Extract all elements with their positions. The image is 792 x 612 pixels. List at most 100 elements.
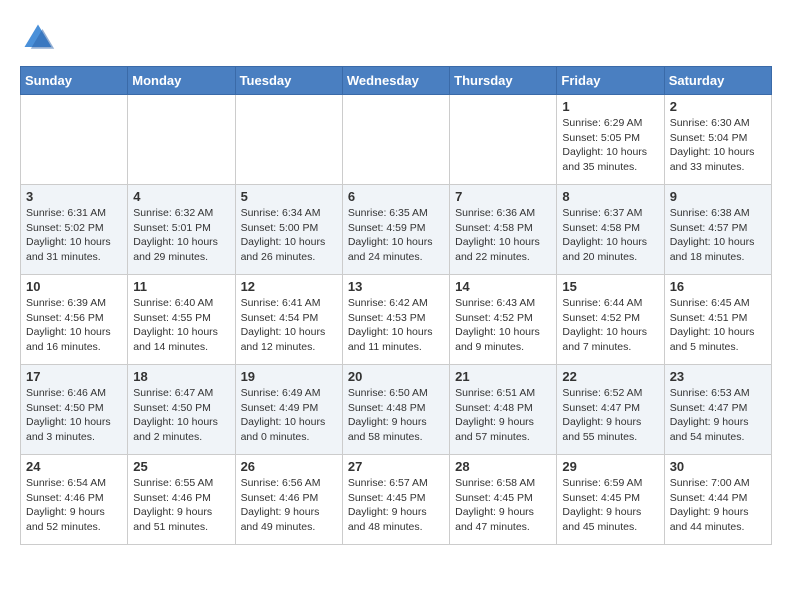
calendar-day-cell: [450, 95, 557, 185]
calendar-day-cell: 26Sunrise: 6:56 AM Sunset: 4:46 PM Dayli…: [235, 455, 342, 545]
day-number: 27: [348, 459, 444, 474]
day-info: Sunrise: 6:51 AM Sunset: 4:48 PM Dayligh…: [455, 386, 551, 445]
calendar-week-row: 1 Sunrise: 6:29 AM Sunset: 5:05 PM Daylig…: [21, 95, 772, 185]
calendar-day-cell: 19 Sunrise: 6:49 AM Sunset: 4:49 PM Dayli…: [235, 365, 342, 455]
weekday-header: Sunday: [21, 67, 128, 95]
day-info: Sunrise: 6:53 AM Sunset: 4:47 PM Dayligh…: [670, 386, 766, 445]
day-number: 19: [241, 369, 337, 384]
day-number: 12: [241, 279, 337, 294]
day-number: 22: [562, 369, 658, 384]
day-info: Sunrise: 6:31 AM Sunset: 5:02 PM Dayligh…: [26, 206, 122, 265]
calendar-day-cell: 24 Sunrise: 6:54 AM Sunset: 4:46 PM Dayli…: [21, 455, 128, 545]
calendar-day-cell: 3 Sunrise: 6:31 AM Sunset: 5:02 PM Daylig…: [21, 185, 128, 275]
logo-icon: [20, 20, 56, 56]
day-info: Sunrise: 6:52 AM Sunset: 4:47 PM Dayligh…: [562, 386, 658, 445]
day-number: 5: [241, 189, 337, 204]
day-number: 2: [670, 99, 766, 114]
day-info: Sunrise: 6:34 AM Sunset: 5:00 PM Dayligh…: [241, 206, 337, 265]
calendar-day-cell: 17 Sunrise: 6:46 AM Sunset: 4:50 PM Dayli…: [21, 365, 128, 455]
day-number: 15: [562, 279, 658, 294]
day-info: Sunrise: 6:38 AM Sunset: 4:57 PM Dayligh…: [670, 206, 766, 265]
day-info: Sunrise: 6:57 AM Sunset: 4:45 PM Dayligh…: [348, 476, 444, 535]
day-info: Sunrise: 6:45 AM Sunset: 4:51 PM Dayligh…: [670, 296, 766, 355]
day-info: Sunrise: 6:43 AM Sunset: 4:52 PM Dayligh…: [455, 296, 551, 355]
calendar-day-cell: [21, 95, 128, 185]
day-info: Sunrise: 6:32 AM Sunset: 5:01 PM Dayligh…: [133, 206, 229, 265]
calendar-day-cell: 4 Sunrise: 6:32 AM Sunset: 5:01 PM Daylig…: [128, 185, 235, 275]
day-info: Sunrise: 6:58 AM Sunset: 4:45 PM Dayligh…: [455, 476, 551, 535]
calendar-day-cell: 10 Sunrise: 6:39 AM Sunset: 4:56 PM Dayli…: [21, 275, 128, 365]
day-number: 24: [26, 459, 122, 474]
day-info: Sunrise: 7:00 AM Sunset: 4:44 PM Dayligh…: [670, 476, 766, 535]
day-number: 1: [562, 99, 658, 114]
weekday-row: SundayMondayTuesdayWednesdayThursdayFrid…: [21, 67, 772, 95]
calendar-day-cell: 22 Sunrise: 6:52 AM Sunset: 4:47 PM Dayli…: [557, 365, 664, 455]
day-info: Sunrise: 6:37 AM Sunset: 4:58 PM Dayligh…: [562, 206, 658, 265]
calendar-day-cell: 29 Sunrise: 6:59 AM Sunset: 4:45 PM Dayli…: [557, 455, 664, 545]
calendar-week-row: 10 Sunrise: 6:39 AM Sunset: 4:56 PM Dayli…: [21, 275, 772, 365]
day-info: Sunrise: 6:42 AM Sunset: 4:53 PM Dayligh…: [348, 296, 444, 355]
calendar-body: 1 Sunrise: 6:29 AM Sunset: 5:05 PM Daylig…: [21, 95, 772, 545]
day-info: Sunrise: 6:41 AM Sunset: 4:54 PM Dayligh…: [241, 296, 337, 355]
calendar-week-row: 17 Sunrise: 6:46 AM Sunset: 4:50 PM Dayli…: [21, 365, 772, 455]
day-info: Sunrise: 6:47 AM Sunset: 4:50 PM Dayligh…: [133, 386, 229, 445]
day-number: 3: [26, 189, 122, 204]
calendar-day-cell: [235, 95, 342, 185]
day-number: 16: [670, 279, 766, 294]
day-number: 10: [26, 279, 122, 294]
day-info: Sunrise: 6:40 AM Sunset: 4:55 PM Dayligh…: [133, 296, 229, 355]
day-number: 23: [670, 369, 766, 384]
weekday-header: Saturday: [664, 67, 771, 95]
calendar-day-cell: 9 Sunrise: 6:38 AM Sunset: 4:57 PM Daylig…: [664, 185, 771, 275]
weekday-header: Monday: [128, 67, 235, 95]
calendar-day-cell: 14 Sunrise: 6:43 AM Sunset: 4:52 PM Dayli…: [450, 275, 557, 365]
calendar-day-cell: 8 Sunrise: 6:37 AM Sunset: 4:58 PM Daylig…: [557, 185, 664, 275]
calendar-day-cell: 11 Sunrise: 6:40 AM Sunset: 4:55 PM Dayli…: [128, 275, 235, 365]
logo: [20, 20, 60, 56]
calendar-day-cell: 23 Sunrise: 6:53 AM Sunset: 4:47 PM Dayli…: [664, 365, 771, 455]
calendar-day-cell: 12 Sunrise: 6:41 AM Sunset: 4:54 PM Dayli…: [235, 275, 342, 365]
calendar-day-cell: 30 Sunrise: 7:00 AM Sunset: 4:44 PM Dayli…: [664, 455, 771, 545]
day-info: Sunrise: 6:49 AM Sunset: 4:49 PM Dayligh…: [241, 386, 337, 445]
calendar-day-cell: 15 Sunrise: 6:44 AM Sunset: 4:52 PM Dayli…: [557, 275, 664, 365]
calendar-table: SundayMondayTuesdayWednesdayThursdayFrid…: [20, 66, 772, 545]
day-info: Sunrise: 6:36 AM Sunset: 4:58 PM Dayligh…: [455, 206, 551, 265]
calendar-day-cell: 21 Sunrise: 6:51 AM Sunset: 4:48 PM Dayli…: [450, 365, 557, 455]
day-info: Sunrise: 6:29 AM Sunset: 5:05 PM Dayligh…: [562, 116, 658, 175]
day-info: Sunrise: 6:44 AM Sunset: 4:52 PM Dayligh…: [562, 296, 658, 355]
calendar-day-cell: 16 Sunrise: 6:45 AM Sunset: 4:51 PM Dayli…: [664, 275, 771, 365]
day-number: 13: [348, 279, 444, 294]
day-number: 4: [133, 189, 229, 204]
calendar-day-cell: 7 Sunrise: 6:36 AM Sunset: 4:58 PM Daylig…: [450, 185, 557, 275]
day-info: Sunrise: 6:39 AM Sunset: 4:56 PM Dayligh…: [26, 296, 122, 355]
day-info: Sunrise: 6:35 AM Sunset: 4:59 PM Dayligh…: [348, 206, 444, 265]
day-number: 9: [670, 189, 766, 204]
day-number: 25: [133, 459, 229, 474]
day-number: 29: [562, 459, 658, 474]
calendar-header: SundayMondayTuesdayWednesdayThursdayFrid…: [21, 67, 772, 95]
day-number: 30: [670, 459, 766, 474]
calendar-day-cell: 28Sunrise: 6:58 AM Sunset: 4:45 PM Dayli…: [450, 455, 557, 545]
calendar-week-row: 3 Sunrise: 6:31 AM Sunset: 5:02 PM Daylig…: [21, 185, 772, 275]
day-info: Sunrise: 6:54 AM Sunset: 4:46 PM Dayligh…: [26, 476, 122, 535]
day-info: Sunrise: 6:46 AM Sunset: 4:50 PM Dayligh…: [26, 386, 122, 445]
weekday-header: Friday: [557, 67, 664, 95]
calendar-day-cell: [128, 95, 235, 185]
calendar-day-cell: [342, 95, 449, 185]
day-number: 14: [455, 279, 551, 294]
weekday-header: Tuesday: [235, 67, 342, 95]
day-info: Sunrise: 6:50 AM Sunset: 4:48 PM Dayligh…: [348, 386, 444, 445]
calendar-day-cell: 13 Sunrise: 6:42 AM Sunset: 4:53 PM Dayli…: [342, 275, 449, 365]
day-info: Sunrise: 6:59 AM Sunset: 4:45 PM Dayligh…: [562, 476, 658, 535]
day-number: 21: [455, 369, 551, 384]
day-info: Sunrise: 6:30 AM Sunset: 5:04 PM Dayligh…: [670, 116, 766, 175]
day-number: 11: [133, 279, 229, 294]
day-number: 17: [26, 369, 122, 384]
calendar-day-cell: 25Sunrise: 6:55 AM Sunset: 4:46 PM Dayli…: [128, 455, 235, 545]
day-number: 8: [562, 189, 658, 204]
calendar-day-cell: 18Sunrise: 6:47 AM Sunset: 4:50 PM Dayli…: [128, 365, 235, 455]
day-number: 6: [348, 189, 444, 204]
calendar-day-cell: 6 Sunrise: 6:35 AM Sunset: 4:59 PM Daylig…: [342, 185, 449, 275]
day-number: 7: [455, 189, 551, 204]
day-number: 26: [241, 459, 337, 474]
